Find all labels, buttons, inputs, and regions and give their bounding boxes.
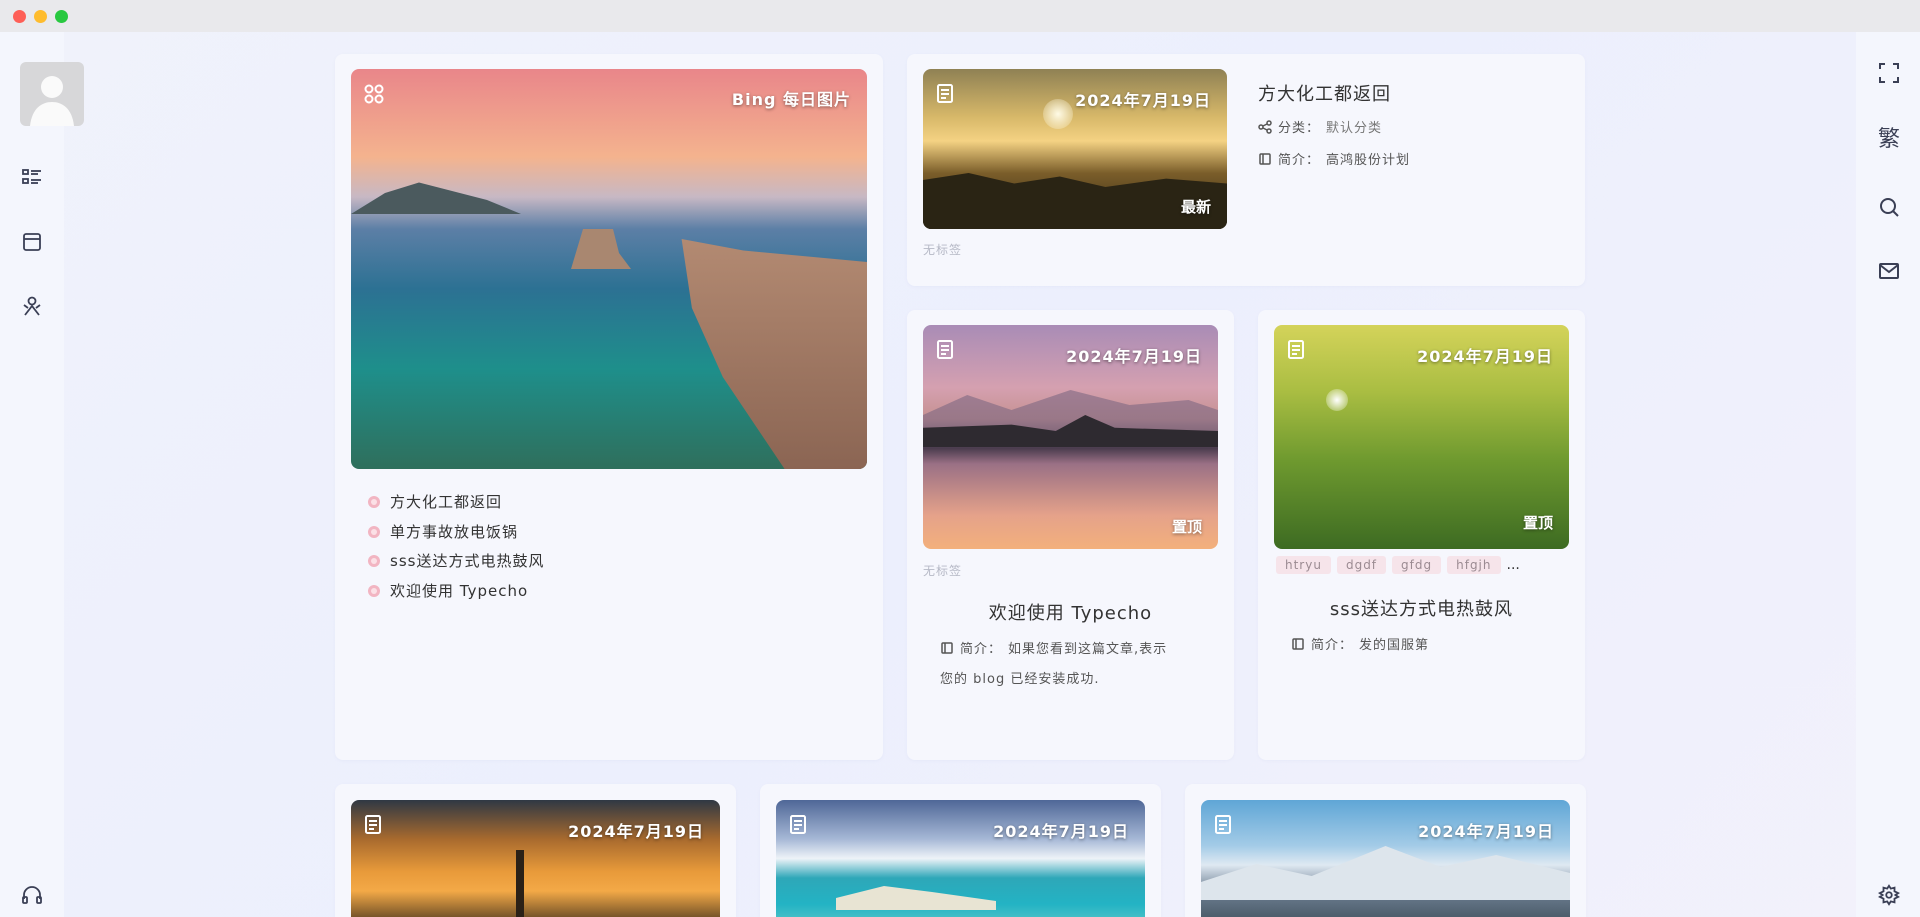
tag-chip[interactable]: dgdf — [1336, 556, 1387, 574]
maximize-window-button[interactable] — [55, 9, 68, 23]
fullscreen-icon[interactable] — [1876, 60, 1902, 86]
book-icon — [1259, 152, 1271, 165]
bullet-icon — [368, 525, 380, 538]
intro-value: 如果您看到这篇文章,表示 — [1008, 642, 1168, 657]
bing-daily-image[interactable]: Bing 每日图片 — [351, 69, 867, 469]
no-tags-label: 无标签 — [923, 243, 963, 257]
list-item[interactable]: 欢迎使用 Typecho — [368, 580, 528, 601]
latest-badge: 最新 — [1180, 198, 1211, 216]
no-tags-label: 无标签 — [923, 564, 963, 578]
post-image[interactable]: 2024年7月19日 — [351, 800, 720, 917]
intro-value: 发的国服第 — [1359, 638, 1430, 653]
search-icon[interactable] — [1876, 194, 1902, 220]
post-date: 2024年7月19日 — [1066, 347, 1202, 366]
right-sidebar: 繁 — [1856, 32, 1920, 917]
document-icon — [1215, 815, 1231, 834]
bullet-icon — [368, 495, 380, 508]
post-image[interactable]: 2024年7月19日 置顶 — [923, 325, 1218, 549]
intro-value: 高鸿股份计划 — [1326, 153, 1411, 168]
tag-chip[interactable]: hfgjh — [1447, 556, 1501, 574]
post-card[interactable]: 2024年7月19日 — [335, 784, 736, 917]
list-item-label: 欢迎使用 Typecho — [390, 582, 529, 600]
post-card-latest[interactable]: 2024年7月19日 最新 无标签 方大化工都返回 分类： 默认分类 简介： 高鸿股… — [907, 54, 1585, 286]
bullet-icon — [368, 554, 380, 567]
archive-icon[interactable] — [19, 229, 45, 255]
user-icon[interactable] — [19, 293, 45, 319]
category-value[interactable]: 默认分类 — [1326, 117, 1382, 136]
intro-label: 简介： — [960, 642, 1003, 657]
minimize-window-button[interactable] — [34, 9, 47, 23]
mail-icon[interactable] — [1876, 258, 1902, 284]
post-intro: 简介： 高鸿股份计划 — [1258, 149, 1410, 168]
post-date: 2024年7月19日 — [993, 822, 1129, 841]
bullet-icon — [368, 584, 380, 597]
post-intro: 简介： 如果您看到这篇文章,表示 — [940, 638, 1167, 657]
traditional-chinese-button[interactable]: 繁 — [1876, 124, 1902, 152]
post-date: 2024年7月19日 — [1418, 822, 1554, 841]
post-intro-continued: 您的 blog 已经安装成功. — [940, 672, 1100, 687]
post-category: 分类： 默认分类 — [1258, 117, 1382, 136]
book-icon — [1292, 637, 1304, 650]
document-icon — [365, 815, 381, 834]
share-icon — [1258, 119, 1272, 134]
grid-icon — [364, 84, 384, 104]
post-title[interactable]: sss送达方式电热鼓风 — [1258, 595, 1585, 621]
book-icon — [941, 641, 953, 654]
post-date: 2024年7月19日 — [568, 822, 704, 841]
document-icon — [937, 340, 953, 359]
post-date: 2024年7月19日 — [1075, 91, 1211, 110]
pinned-badge: 置顶 — [1522, 514, 1553, 532]
post-image[interactable]: 2024年7月19日 置顶 — [1274, 325, 1569, 549]
list-item[interactable]: 单方事故放电饭锅 — [368, 521, 518, 542]
gear-icon[interactable] — [1876, 882, 1902, 908]
tag-chip[interactable]: gfdg — [1392, 556, 1442, 574]
list-item[interactable]: sss送达方式电热鼓风 — [368, 550, 544, 571]
post-card-sss[interactable]: 2024年7月19日 置顶 htryu dgdf gfdg hfgjh ... … — [1258, 310, 1585, 760]
list-item-label: 方大化工都返回 — [390, 493, 503, 511]
document-icon — [1288, 340, 1304, 359]
post-card[interactable]: 2024年7月19日 — [1185, 784, 1586, 917]
list-item[interactable]: 方大化工都返回 — [368, 491, 502, 512]
intro-label: 简介： — [1278, 153, 1321, 168]
post-title[interactable]: 欢迎使用 Typecho — [907, 599, 1234, 625]
more-tags[interactable]: ... — [1507, 557, 1520, 573]
tag-chip[interactable]: htryu — [1276, 556, 1331, 574]
post-card[interactable]: 2024年7月19日 — [760, 784, 1161, 917]
post-image[interactable]: 2024年7月19日 — [776, 800, 1145, 917]
post-image[interactable]: 2024年7月19日 最新 — [923, 69, 1227, 229]
category-label: 分类： — [1278, 121, 1321, 136]
document-icon — [790, 815, 806, 834]
left-sidebar — [0, 32, 84, 917]
intro-label: 简介： — [1311, 638, 1354, 653]
list-icon[interactable] — [19, 165, 45, 191]
list-item-label: 单方事故放电饭锅 — [390, 523, 519, 541]
pinned-badge: 置顶 — [1171, 518, 1202, 536]
bing-label: Bing 每日图片 — [731, 90, 851, 109]
window-titlebar — [0, 0, 1920, 32]
post-title[interactable]: 方大化工都返回 — [1258, 80, 1391, 106]
tag-list: htryu dgdf gfdg hfgjh ... — [1276, 556, 1520, 574]
document-icon — [937, 84, 953, 103]
close-window-button[interactable] — [13, 9, 26, 23]
list-item-label: sss送达方式电热鼓风 — [390, 552, 545, 570]
bing-daily-card: Bing 每日图片 方大化工都返回 单方事故放电饭锅 sss送达方式电热鼓风 欢… — [335, 54, 883, 760]
headphones-icon[interactable] — [19, 882, 45, 908]
post-date: 2024年7月19日 — [1417, 347, 1553, 366]
post-card-typecho[interactable]: 2024年7月19日 置顶 无标签 欢迎使用 Typecho 简介： 如果您看到这… — [907, 310, 1234, 760]
post-image[interactable]: 2024年7月19日 — [1201, 800, 1570, 917]
avatar[interactable] — [20, 62, 84, 126]
post-intro: 简介： 发的国服第 — [1291, 634, 1429, 653]
